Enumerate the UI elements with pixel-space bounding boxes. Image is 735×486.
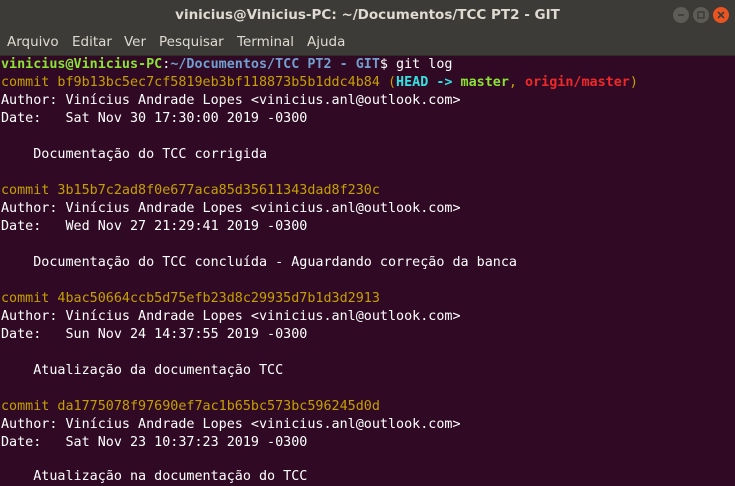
close-button[interactable]: [713, 7, 729, 23]
window-title: vinicius@Vinicius-PC: ~/Documentos/TCC P…: [175, 7, 560, 23]
menu-terminal[interactable]: Terminal: [237, 30, 294, 55]
commit-message: Documentação do TCC corrigida: [1, 147, 268, 162]
ref-comma: ,: [508, 75, 526, 90]
author-line: Author: Vinícius Andrade Lopes <vinicius…: [1, 93, 461, 108]
menu-pesquisar[interactable]: Pesquisar: [159, 30, 224, 55]
maximize-icon: [697, 11, 705, 19]
title-bar[interactable]: vinicius@Vinicius-PC: ~/Documentos/TCC P…: [0, 0, 735, 30]
commit-message: Atualização da documentação TCC: [1, 363, 284, 378]
commit-message: Atualização na documentação do TCC: [1, 469, 308, 484]
maximize-button[interactable]: [693, 7, 709, 23]
commit-hash: commit 3b15b7c2ad8f0e677aca85d35611343da…: [1, 183, 380, 198]
minimize-button[interactable]: [673, 7, 689, 23]
author-line: Author: Vinícius Andrade Lopes <vinicius…: [1, 201, 461, 216]
ref-close: ): [629, 75, 638, 90]
menu-ver[interactable]: Ver: [124, 30, 146, 55]
prompt-path: ~/Documentos/TCC PT2 - GIT: [170, 57, 380, 72]
date-line: Date: Wed Nov 27 21:29:41 2019 -0300: [1, 219, 308, 234]
ref-remote: origin/master: [525, 75, 630, 90]
commit-line: commit bf9b13bc5ec7cf5819eb3bf118873b5b1…: [1, 74, 638, 92]
commit-hash: commit 4bac50664ccb5d75efb23d8c29935d7b1…: [1, 291, 380, 306]
prompt-dollar: $: [379, 57, 388, 72]
ref-head: HEAD ->: [396, 75, 461, 90]
ref-open: (: [379, 75, 397, 90]
menu-ajuda[interactable]: Ajuda: [307, 30, 345, 55]
prompt-command: git log: [387, 57, 453, 72]
menu-editar[interactable]: Editar: [72, 30, 112, 55]
date-line: Date: Sat Nov 30 17:30:00 2019 -0300: [1, 111, 308, 126]
commit-line: commit 3b15b7c2ad8f0e677aca85d35611343da…: [1, 182, 380, 200]
author-line: Author: Vinícius Andrade Lopes <vinicius…: [1, 309, 461, 324]
commit-message: Documentação do TCC concluída - Aguardan…: [1, 255, 517, 270]
commit-line: commit da1775078f97690ef7ac1b65bc573bc59…: [1, 398, 380, 416]
date-line: Date: Sun Nov 24 14:37:55 2019 -0300: [1, 327, 308, 342]
menu-arquivo[interactable]: Arquivo: [7, 30, 59, 55]
commit-hash: commit bf9b13bc5ec7cf5819eb3bf118873b5b1…: [1, 75, 380, 90]
date-line: Date: Sat Nov 23 10:37:23 2019 -0300: [1, 435, 308, 450]
prompt-line: vinicius@Vinicius-PC:~/Documentos/TCC PT…: [1, 56, 452, 74]
terminal-window: vinicius@Vinicius-PC: ~/Documentos/TCC P…: [0, 0, 735, 486]
commit-line: commit 4bac50664ccb5d75efb23d8c29935d7b1…: [1, 290, 380, 308]
ref-branch: master: [460, 75, 509, 90]
menu-bar: Arquivo Editar Ver Pesquisar Terminal Aj…: [0, 30, 735, 56]
author-line: Author: Vinícius Andrade Lopes <vinicius…: [1, 417, 461, 432]
commit-hash: commit da1775078f97690ef7ac1b65bc573bc59…: [1, 399, 380, 414]
terminal-output[interactable]: vinicius@Vinicius-PC:~/Documentos/TCC PT…: [0, 56, 735, 486]
prompt-user-host: vinicius@Vinicius-PC: [1, 57, 163, 72]
minimize-icon: [678, 14, 684, 16]
close-icon: [717, 11, 725, 19]
